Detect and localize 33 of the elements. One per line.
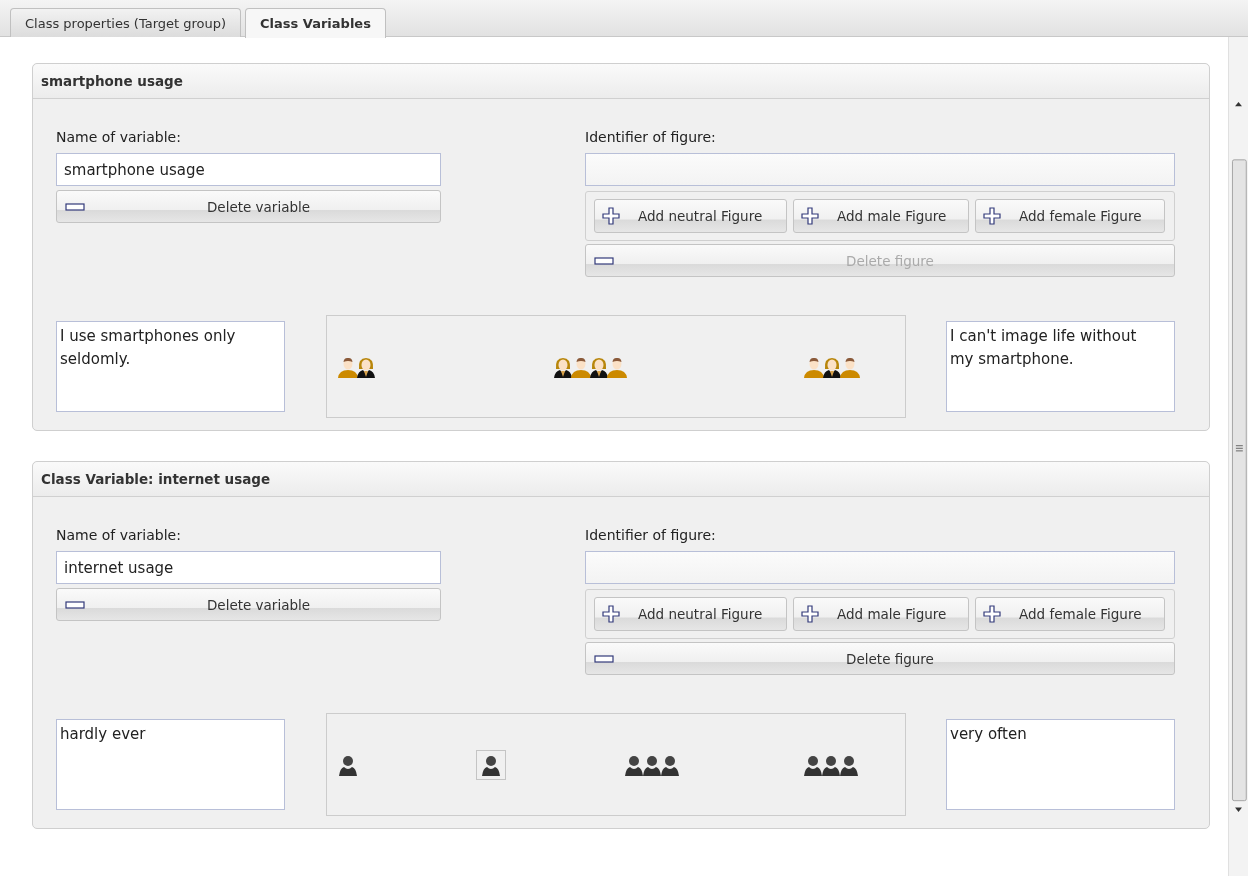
add-figure-button[interactable]: Add neutral Figure (594, 597, 787, 631)
panel-title: smartphone usage (33, 64, 1209, 99)
variable-name-field[interactable]: smartphone usage (56, 153, 441, 186)
scale-label-text[interactable]: hardly ever (56, 719, 285, 810)
field-label: Name of variable: (56, 129, 182, 145)
scale-label-text[interactable]: I use smartphones only seldomly. (56, 321, 285, 412)
variable-name-field[interactable]: internet usage (56, 551, 441, 584)
delete-variable-button[interactable]: Delete variable (56, 190, 441, 223)
add-figure-button[interactable]: Add male Figure (793, 597, 969, 631)
field-label: Identifier of figure: (585, 129, 717, 145)
scale-label-text[interactable]: very often (946, 719, 1175, 810)
add-figure-button[interactable]: Add female Figure (975, 199, 1165, 233)
plus-icon (602, 207, 620, 225)
identifier-field[interactable] (585, 153, 1175, 186)
field-label: Name of variable: (56, 527, 182, 543)
add-figure-button[interactable]: Add male Figure (793, 199, 969, 233)
tab[interactable]: Class Variables (245, 8, 386, 38)
tab[interactable]: Class properties (Target group) (10, 8, 242, 37)
plus-icon (602, 605, 620, 623)
panel-title: Class Variable: internet usage (33, 462, 1209, 497)
scrollbar[interactable] (1228, 37, 1248, 876)
figure-group[interactable] (475, 749, 506, 780)
identifier-field[interactable] (585, 551, 1175, 584)
add-figure-button[interactable]: Add neutral Figure (594, 199, 787, 233)
plus-icon (801, 207, 819, 225)
field-label: Identifier of figure: (585, 527, 717, 543)
plus-icon (801, 605, 819, 623)
delete-variable-button[interactable]: Delete variable (56, 588, 441, 621)
delete-figure-button[interactable]: Delete figure (585, 642, 1175, 675)
plus-icon (983, 207, 1001, 225)
plus-icon (983, 605, 1001, 623)
scale-label-text[interactable]: I can't image life without my smartphone. (946, 321, 1175, 412)
add-figure-button[interactable]: Add female Figure (975, 597, 1165, 631)
